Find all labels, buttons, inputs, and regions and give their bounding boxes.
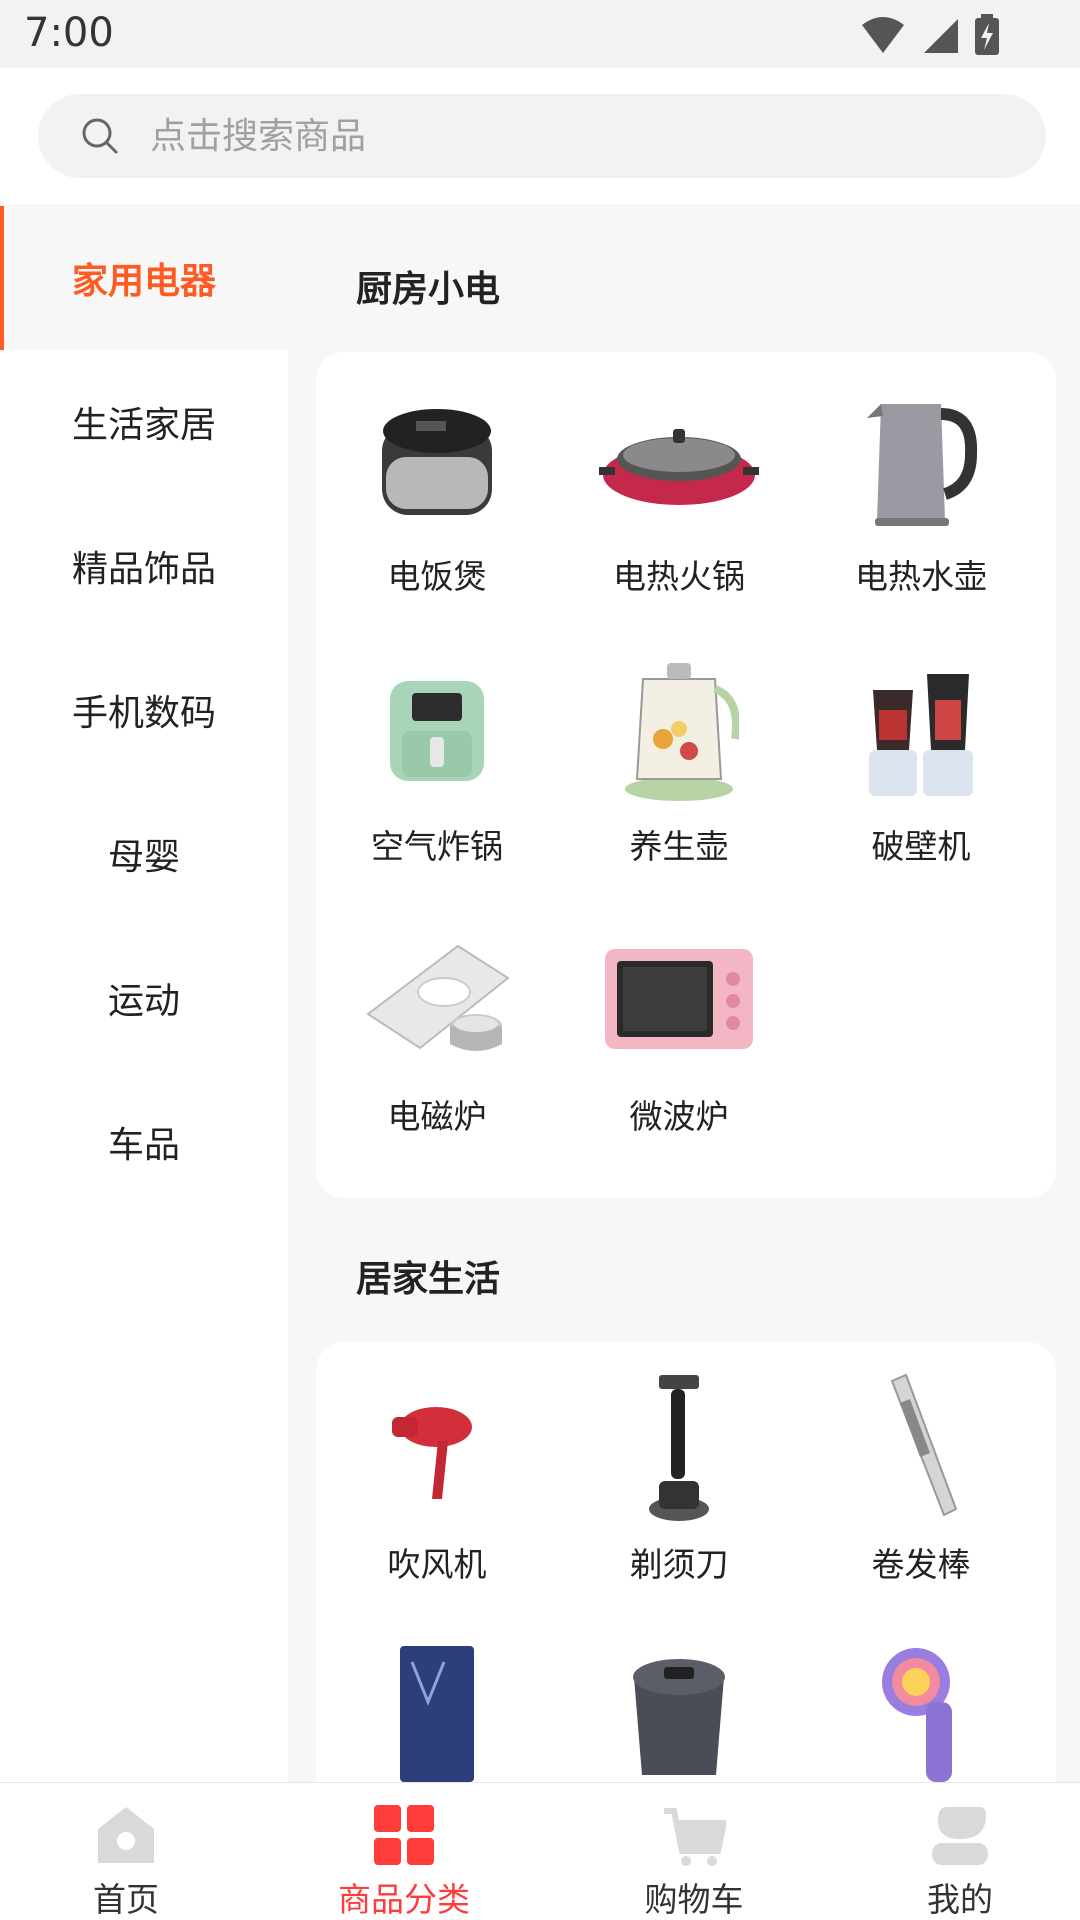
kitchen-card: 电饭煲 电热火锅 电热水壶 空气炸锅 养生壶 破壁机 电磁炉 微波炉 xyxy=(316,352,1056,1198)
induction-cooker-icon xyxy=(357,930,517,1070)
wardrobe-dryer-icon xyxy=(357,1642,517,1782)
lint-remover-icon xyxy=(841,1642,1001,1782)
category-content: 厨房小电 电饭煲 电热火锅 电热水壶 空气炸锅 养生壶 破壁机 电磁炉 微波炉 … xyxy=(288,206,1080,1782)
nav-item-cart[interactable]: 购物车 xyxy=(614,1803,774,1920)
sidebar-item-digital[interactable]: 手机数码 xyxy=(0,638,288,782)
nav-item-profile[interactable]: 我的 xyxy=(880,1803,1040,1920)
product-health-pot[interactable]: 养生壶 xyxy=(558,660,800,868)
nav-label: 我的 xyxy=(927,1880,993,1919)
nav-label: 商品分类 xyxy=(338,1880,470,1919)
product-blender[interactable]: 破壁机 xyxy=(800,660,1042,868)
product-label: 电热火锅 xyxy=(613,557,745,596)
product-label: 养生壶 xyxy=(629,827,729,866)
product-label: 电磁炉 xyxy=(387,1097,487,1136)
nav-label: 购物车 xyxy=(644,1880,744,1919)
sidebar-item-label: 生活家居 xyxy=(71,405,216,446)
product-air-fryer[interactable]: 空气炸锅 xyxy=(316,660,558,868)
hot-pot-icon xyxy=(599,390,759,530)
sidebar-item-label: 母婴 xyxy=(107,837,180,878)
category-sidebar: 家用电器 生活家居 精品饰品 手机数码 母婴 运动 车品 xyxy=(0,206,288,1782)
product-lint-remover[interactable] xyxy=(800,1642,1042,1782)
product-curling-iron[interactable]: 卷发棒 xyxy=(800,1373,1042,1586)
home-living-card: 吹风机 剃须刀 卷发棒 xyxy=(316,1342,1056,1782)
sidebar-item-label: 手机数码 xyxy=(71,693,216,734)
status-icons xyxy=(860,14,1000,56)
product-induction-cooker[interactable]: 电磁炉 xyxy=(316,930,558,1138)
air-fryer-icon xyxy=(357,660,517,800)
product-wardrobe-dryer[interactable] xyxy=(316,1642,558,1782)
curling-iron-icon xyxy=(841,1373,1001,1518)
cart-icon xyxy=(664,1808,728,1866)
razor-icon xyxy=(599,1375,759,1521)
search-input[interactable] xyxy=(150,115,950,157)
product-rice-cooker[interactable]: 电饭煲 xyxy=(316,390,558,598)
status-bar: 7:00 xyxy=(0,0,1080,68)
sidebar-item-car[interactable]: 车品 xyxy=(0,1070,288,1214)
product-label: 破壁机 xyxy=(871,827,971,866)
product-label: 电饭煲 xyxy=(387,557,487,596)
product-label: 剃须刀 xyxy=(629,1545,729,1584)
sidebar-item-label: 精品饰品 xyxy=(71,549,216,590)
rice-cooker-icon xyxy=(357,390,517,530)
product-trash-bin[interactable] xyxy=(558,1642,800,1782)
profile-icon xyxy=(932,1807,988,1865)
health-pot-icon xyxy=(599,660,759,801)
sidebar-item-label: 家用电器 xyxy=(71,261,216,302)
product-label: 卷发棒 xyxy=(871,1545,971,1584)
product-label: 微波炉 xyxy=(629,1097,729,1136)
product-label: 电热水壶 xyxy=(855,557,987,596)
home-icon xyxy=(98,1807,154,1863)
bottom-nav: 首页 商品分类 购物车 我的 xyxy=(0,1782,1080,1920)
product-kettle[interactable]: 电热水壶 xyxy=(800,390,1042,598)
microwave-icon xyxy=(599,930,759,1070)
product-hair-dryer[interactable]: 吹风机 xyxy=(316,1378,558,1586)
search-icon xyxy=(82,118,118,154)
wifi-icon xyxy=(862,17,904,53)
status-time: 7:00 xyxy=(24,10,114,56)
sidebar-item-appliances[interactable]: 家用电器 xyxy=(0,206,288,350)
product-label: 吹风机 xyxy=(387,1545,487,1584)
sidebar-item-baby[interactable]: 母婴 xyxy=(0,782,288,926)
battery-icon xyxy=(975,14,999,55)
sidebar-item-home-living[interactable]: 生活家居 xyxy=(0,350,288,494)
section-title-home-living: 居家生活 xyxy=(356,1259,501,1300)
nav-item-home[interactable]: 首页 xyxy=(46,1803,206,1920)
search-area xyxy=(0,68,1080,204)
blender-icon xyxy=(841,660,1001,800)
nav-label: 首页 xyxy=(93,1880,159,1919)
sidebar-item-accessories[interactable]: 精品饰品 xyxy=(0,494,288,638)
product-razor[interactable]: 剃须刀 xyxy=(558,1375,800,1586)
sidebar-item-label: 运动 xyxy=(107,981,180,1022)
kettle-icon xyxy=(841,390,1001,530)
product-label: 空气炸锅 xyxy=(371,827,503,866)
category-icon xyxy=(374,1805,434,1865)
sidebar-item-sports[interactable]: 运动 xyxy=(0,926,288,1070)
product-hot-pot[interactable]: 电热火锅 xyxy=(558,390,800,598)
search-box[interactable] xyxy=(38,94,1046,178)
product-microwave[interactable]: 微波炉 xyxy=(558,930,800,1138)
sidebar-item-label: 车品 xyxy=(107,1125,180,1166)
nav-item-category[interactable]: 商品分类 xyxy=(324,1803,484,1920)
signal-icon xyxy=(924,19,958,53)
trash-bin-icon xyxy=(599,1642,759,1782)
hair-dryer-icon xyxy=(357,1378,517,1518)
section-title-kitchen: 厨房小电 xyxy=(356,269,501,310)
